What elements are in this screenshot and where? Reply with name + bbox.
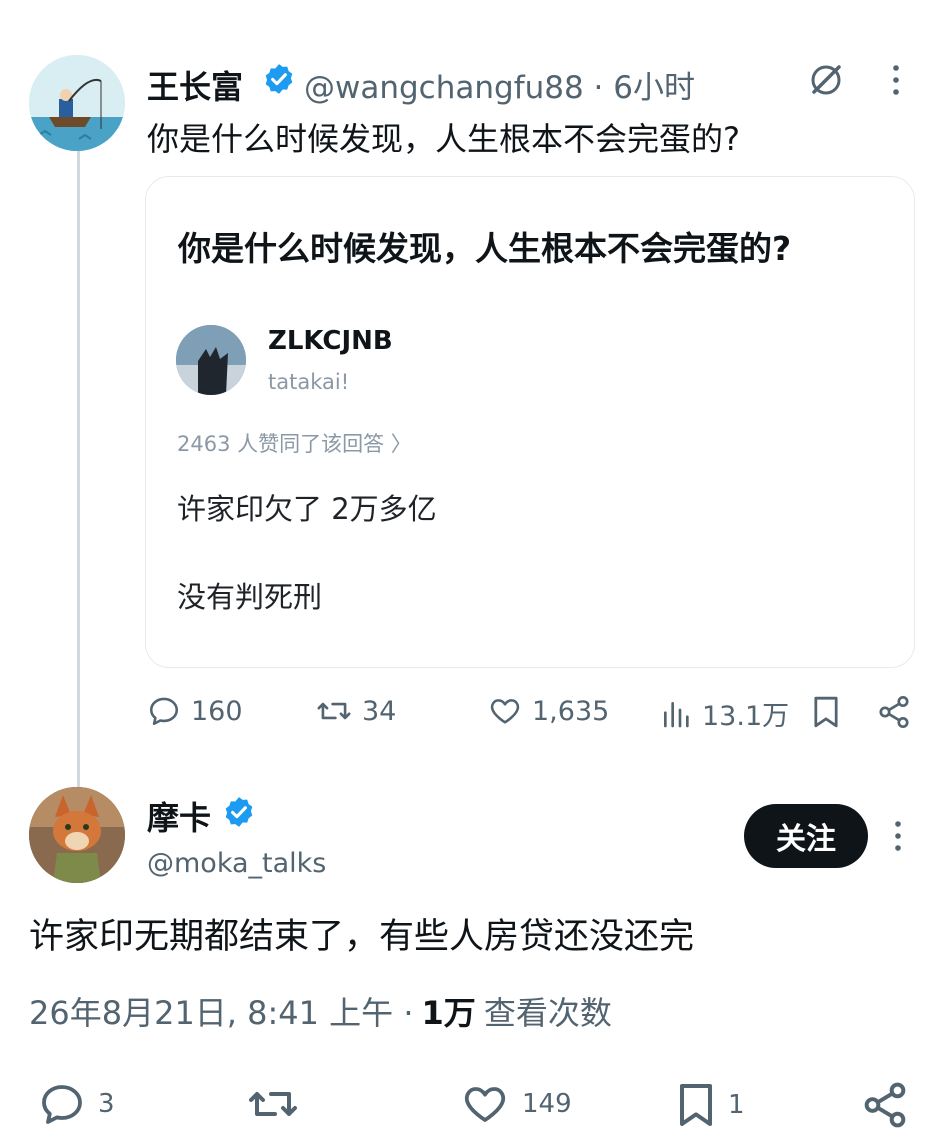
reply-button[interactable]: 3 [36, 1080, 115, 1128]
like-icon [458, 1080, 522, 1128]
bookmark-button[interactable]: 1 [674, 1080, 745, 1130]
post-timestamp[interactable]: 26年8月21日, 8:41 上午 · [29, 988, 414, 1034]
avatar-fishing-image [29, 55, 125, 151]
like-button[interactable]: 1,635 [488, 694, 609, 728]
bookmark-count: 1 [728, 1090, 745, 1120]
agree-count: 2463 人赞同了该回答 〉 [177, 432, 412, 456]
more-icon[interactable] [880, 816, 916, 856]
verified-badge-icon [222, 795, 256, 829]
like-count: 1,635 [532, 695, 610, 727]
answerer-name: ZLKCJNB [268, 326, 393, 356]
avatar-wangchangfu[interactable] [29, 55, 125, 151]
author-name[interactable]: 摩卡 [147, 793, 211, 839]
like-icon [488, 694, 532, 728]
answerer-bio: tatakai! [268, 370, 350, 394]
repost-button[interactable]: 34 [316, 694, 396, 728]
bookmark-icon[interactable] [810, 694, 842, 730]
like-button[interactable]: 149 [458, 1080, 572, 1128]
grok-icon[interactable] [806, 60, 846, 100]
answerer-avatar-image [176, 325, 246, 395]
views-icon [660, 697, 702, 731]
avatar-fox-image [29, 787, 125, 883]
post-text: 许家印无期都结束了，有些人房贷还没还完 [29, 917, 695, 957]
answerer-avatar [176, 325, 246, 395]
like-count: 149 [522, 1089, 572, 1119]
verified-badge-icon [262, 62, 296, 96]
views-label: 查看次数 [483, 994, 612, 1032]
post-text: 你是什么时候发现，人生根本不会完蛋的? [147, 120, 740, 158]
handle-and-time[interactable]: @wangchangfu88 · 6小时 [304, 62, 695, 107]
repost-icon [316, 694, 362, 728]
reply-icon [147, 694, 191, 728]
author-handle[interactable]: @moka_talks [147, 848, 326, 879]
bookmark-icon [674, 1080, 728, 1130]
share-icon[interactable] [876, 694, 912, 730]
more-icon[interactable] [878, 60, 914, 100]
share-icon[interactable] [860, 1080, 910, 1130]
avatar-moka[interactable] [29, 787, 125, 883]
follow-button[interactable]: 关注 [744, 804, 868, 868]
views-button[interactable]: 13.1万 [660, 694, 789, 733]
reply-count: 160 [191, 695, 243, 727]
views-count: 13.1万 [702, 701, 790, 732]
views-count: 1万 [421, 994, 476, 1032]
answer-line-1: 许家印欠了 2万多亿 [177, 492, 437, 526]
reply-icon [36, 1080, 98, 1128]
quote-question-title: 你是什么时候发现，人生根本不会完蛋的? [178, 229, 792, 268]
thread-connector-line [77, 148, 80, 788]
author-name[interactable]: 王长富 [147, 62, 243, 108]
repost-icon[interactable] [244, 1080, 302, 1128]
post-meta: 26年8月21日, 8:41 上午 · 1万 查看次数 [29, 988, 612, 1034]
reply-button[interactable]: 160 [147, 694, 243, 728]
repost-count: 34 [362, 695, 397, 727]
reply-count: 3 [98, 1089, 115, 1119]
answer-line-2: 没有判死刑 [177, 580, 323, 614]
